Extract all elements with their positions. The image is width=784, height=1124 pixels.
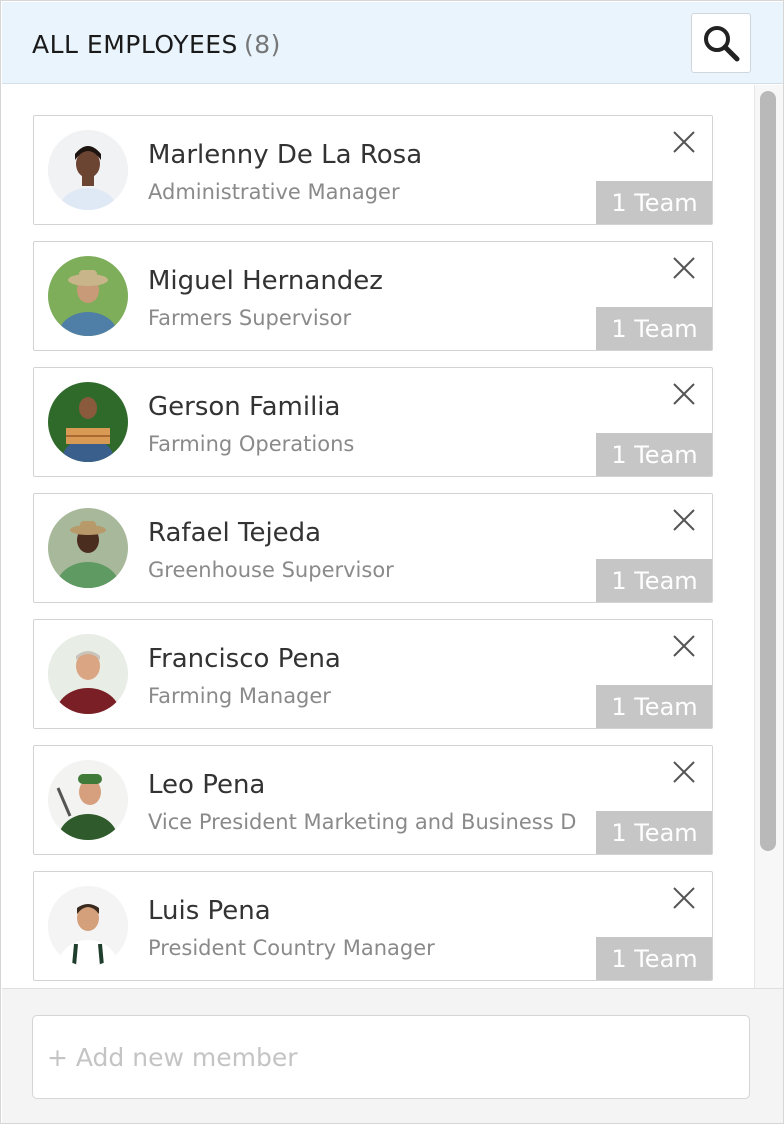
close-icon — [673, 131, 695, 153]
employee-role: Farmers Supervisor — [148, 306, 352, 330]
employee-name: Gerson Familia — [148, 392, 341, 422]
avatar — [48, 130, 128, 210]
avatar — [48, 634, 128, 714]
employee-role: President Country Manager — [148, 936, 435, 960]
employee-count: (8) — [243, 30, 281, 59]
close-icon — [673, 887, 695, 909]
team-badge[interactable]: 1 Team — [596, 307, 712, 350]
panel-header: ALL EMPLOYEES (8) — [2, 2, 783, 84]
employees-panel: ALL EMPLOYEES (8) Marlenny De La Rosa Adm… — [0, 0, 784, 1124]
remove-employee-button[interactable] — [670, 884, 698, 912]
team-badge[interactable]: 1 Team — [596, 433, 712, 476]
remove-employee-button[interactable] — [670, 254, 698, 282]
close-icon — [673, 761, 695, 783]
team-badge[interactable]: 1 Team — [596, 559, 712, 602]
team-badge[interactable]: 1 Team — [596, 937, 712, 980]
employee-role: Farming Manager — [148, 684, 331, 708]
close-icon — [673, 257, 695, 279]
employee-card[interactable]: Rafael Tejeda Greenhouse Supervisor 1 Te… — [33, 493, 713, 603]
employee-role: Vice President Marketing and Business D — [148, 810, 577, 834]
employee-card[interactable]: Leo Pena Vice President Marketing and Bu… — [33, 745, 713, 855]
employee-role: Farming Operations — [148, 432, 355, 456]
employee-card[interactable]: Luis Pena President Country Manager 1 Te… — [33, 871, 713, 981]
employee-name: Rafael Tejeda — [148, 518, 322, 548]
employee-name: Marlenny De La Rosa — [148, 140, 423, 170]
remove-employee-button[interactable] — [670, 128, 698, 156]
close-icon — [673, 383, 695, 405]
remove-employee-button[interactable] — [670, 380, 698, 408]
employee-card[interactable]: Marlenny De La Rosa Administrative Manag… — [33, 115, 713, 225]
remove-employee-button[interactable] — [670, 758, 698, 786]
remove-employee-button[interactable] — [670, 506, 698, 534]
panel-footer — [2, 988, 783, 1123]
avatar — [48, 886, 128, 966]
avatar — [48, 508, 128, 588]
employee-card[interactable]: Gerson Familia Farming Operations 1 Team — [33, 367, 713, 477]
panel-title-text: ALL EMPLOYEES — [32, 30, 238, 59]
close-icon — [673, 635, 695, 657]
employee-card[interactable]: Francisco Pena Farming Manager 1 Team — [33, 619, 713, 729]
remove-employee-button[interactable] — [670, 632, 698, 660]
employee-name: Miguel Hernandez — [148, 266, 383, 296]
employee-name: Luis Pena — [148, 896, 271, 926]
employee-name: Leo Pena — [148, 770, 266, 800]
team-badge[interactable]: 1 Team — [596, 685, 712, 728]
add-member-input[interactable] — [32, 1015, 750, 1099]
employee-card[interactable]: Miguel Hernandez Farmers Supervisor 1 Te… — [33, 241, 713, 351]
team-badge[interactable]: 1 Team — [596, 811, 712, 854]
search-icon — [704, 26, 740, 62]
search-button[interactable] — [691, 13, 751, 73]
employee-name: Francisco Pena — [148, 644, 341, 674]
employee-role: Administrative Manager — [148, 180, 400, 204]
employee-role: Greenhouse Supervisor — [148, 558, 394, 582]
avatar — [48, 382, 128, 462]
scrollbar-thumb[interactable] — [760, 91, 776, 851]
avatar — [48, 256, 128, 336]
employee-list[interactable]: Marlenny De La Rosa Administrative Manag… — [2, 85, 783, 988]
panel-title: ALL EMPLOYEES (8) — [32, 30, 281, 59]
avatar — [48, 760, 128, 840]
close-icon — [673, 509, 695, 531]
team-badge[interactable]: 1 Team — [596, 181, 712, 224]
